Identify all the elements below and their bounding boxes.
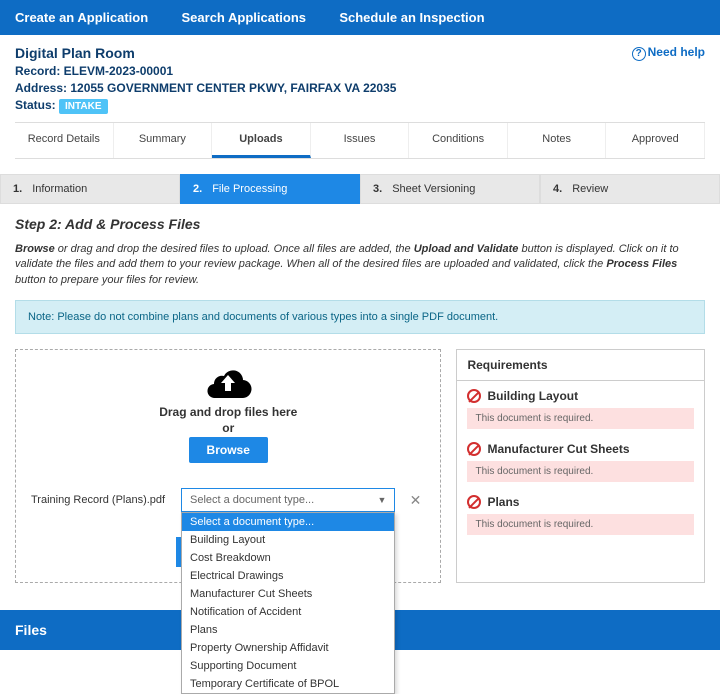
dropdown-option[interactable]: Electrical Drawings bbox=[182, 567, 394, 585]
cloud-upload-icon bbox=[203, 365, 253, 400]
requirement-name: Manufacturer Cut Sheets bbox=[487, 442, 629, 456]
top-nav: Create an Application Search Application… bbox=[0, 0, 720, 35]
file-name-label: Training Record (Plans).pdf bbox=[31, 494, 171, 506]
step-review[interactable]: 4.Review bbox=[540, 174, 720, 204]
requirements-title: Requirements bbox=[457, 350, 704, 381]
tab-summary[interactable]: Summary bbox=[114, 123, 213, 158]
requirement-name: Building Layout bbox=[487, 389, 578, 403]
chevron-down-icon: ▼ bbox=[378, 495, 387, 505]
dropdown-option[interactable]: Property Ownership Affidavit bbox=[182, 639, 394, 657]
upload-panel: Drag and drop files here or Browse Train… bbox=[15, 349, 441, 583]
requirement-msg: This document is required. bbox=[467, 514, 694, 535]
file-row: Training Record (Plans).pdf Select a doc… bbox=[31, 483, 425, 517]
prohibit-icon bbox=[467, 495, 481, 509]
requirement-msg: This document is required. bbox=[467, 461, 694, 482]
dropdown-option[interactable]: Plans bbox=[182, 621, 394, 639]
drop-zone[interactable]: Drag and drop files here or Browse bbox=[31, 365, 425, 463]
drag-text: Drag and drop files here bbox=[31, 405, 425, 419]
or-text: or bbox=[31, 421, 425, 435]
requirement-item: Manufacturer Cut Sheets This document is… bbox=[457, 434, 704, 482]
header-section: ?Need help Digital Plan Room Record: ELE… bbox=[0, 35, 720, 164]
requirement-name: Plans bbox=[487, 495, 519, 509]
dropdown-select[interactable]: Select a document type... ▼ bbox=[181, 488, 395, 512]
tab-conditions[interactable]: Conditions bbox=[409, 123, 508, 158]
dropdown-option[interactable]: Building Layout bbox=[182, 531, 394, 549]
status-line: Status: INTAKE bbox=[15, 98, 705, 112]
dropdown-option[interactable]: Temporary Certificate of BPOL bbox=[182, 675, 394, 693]
need-help-link[interactable]: ?Need help bbox=[632, 45, 705, 61]
step-sheet-versioning[interactable]: 3.Sheet Versioning bbox=[360, 174, 540, 204]
record-tabs: Record Details Summary Uploads Issues Co… bbox=[15, 122, 705, 159]
note-box: Note: Please do not combine plans and do… bbox=[15, 300, 705, 334]
tab-issues[interactable]: Issues bbox=[311, 123, 410, 158]
dropdown-menu: Select a document type... Building Layou… bbox=[181, 512, 395, 694]
nav-create-application[interactable]: Create an Application bbox=[15, 10, 148, 25]
dropdown-option[interactable]: Notification of Accident bbox=[182, 603, 394, 621]
step-information[interactable]: 1.Information bbox=[0, 174, 180, 204]
requirement-item: Building Layout This document is require… bbox=[457, 381, 704, 429]
page-title: Digital Plan Room bbox=[15, 45, 705, 61]
browse-button[interactable]: Browse bbox=[189, 437, 268, 463]
status-badge: INTAKE bbox=[59, 99, 107, 114]
tab-notes[interactable]: Notes bbox=[508, 123, 607, 158]
remove-file-icon[interactable]: ✕ bbox=[405, 492, 425, 509]
prohibit-icon bbox=[467, 442, 481, 456]
record-id: Record: ELEVM-2023-00001 bbox=[15, 64, 705, 78]
dropdown-option[interactable]: Manufacturer Cut Sheets bbox=[182, 585, 394, 603]
dropdown-option[interactable]: Cost Breakdown bbox=[182, 549, 394, 567]
tab-uploads[interactable]: Uploads bbox=[212, 123, 311, 158]
tab-approved[interactable]: Approved bbox=[606, 123, 705, 158]
step-file-processing[interactable]: 2.File Processing bbox=[180, 174, 360, 204]
dropdown-option[interactable]: Select a document type... bbox=[182, 513, 394, 531]
nav-schedule-inspection[interactable]: Schedule an Inspection bbox=[339, 10, 484, 25]
dropdown-option[interactable]: Supporting Document bbox=[182, 657, 394, 675]
requirement-msg: This document is required. bbox=[467, 408, 694, 429]
step-bar: 1.Information 2.File Processing 3.Sheet … bbox=[0, 174, 720, 204]
content-area: Step 2: Add & Process Files Browse or dr… bbox=[0, 204, 720, 595]
step-title: Step 2: Add & Process Files bbox=[15, 216, 705, 232]
requirement-item: Plans This document is required. bbox=[457, 487, 704, 535]
instructions-text: Browse or drag and drop the desired file… bbox=[15, 242, 705, 288]
address: Address: 12055 GOVERNMENT CENTER PKWY, F… bbox=[15, 81, 705, 95]
document-type-dropdown[interactable]: Select a document type... ▼ Select a doc… bbox=[181, 488, 395, 512]
tab-record-details[interactable]: Record Details bbox=[15, 123, 114, 158]
requirements-panel: Requirements Building Layout This docume… bbox=[456, 349, 705, 583]
help-icon: ? bbox=[632, 47, 646, 61]
prohibit-icon bbox=[467, 389, 481, 403]
nav-search-applications[interactable]: Search Applications bbox=[182, 10, 307, 25]
